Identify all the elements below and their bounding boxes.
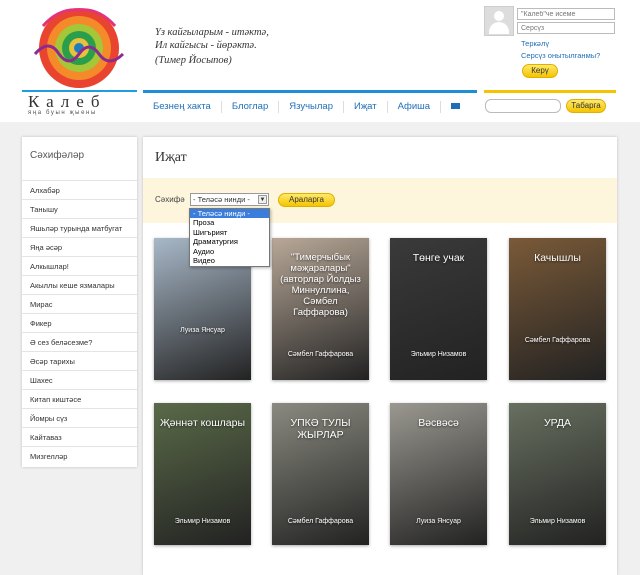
card-author: Эльмир Низамов (529, 518, 586, 525)
sidebar-item[interactable]: Мирас (22, 294, 137, 313)
card-author: Эльмир Низамов (174, 518, 231, 525)
nav-item-mail[interactable] (441, 101, 470, 113)
sidebar-item[interactable]: Әсәр тарихы (22, 351, 137, 370)
sidebar-item[interactable]: Йомры сүз (22, 408, 137, 427)
logo-name: Калеб (28, 92, 107, 111)
sidebar-item[interactable]: Фикер (22, 313, 137, 332)
search-input[interactable] (485, 99, 561, 113)
work-card[interactable]: УРДА Эльмир Низамов (509, 403, 606, 545)
quote-line-1: Үз кайгыларым - итәктә, (155, 27, 269, 38)
sidebar-item[interactable]: Акыллы кеше язмалары (22, 275, 137, 294)
sidebar-item[interactable]: Алхабәр (22, 180, 137, 199)
work-card[interactable]: Качышлы Сәмбел Гаффарова (509, 238, 606, 380)
card-title: УРДА (543, 417, 572, 429)
mail-icon (451, 103, 461, 109)
card-author: Сәмбел Гаффарова (287, 351, 354, 358)
card-title: Вәсвәсә (418, 417, 459, 429)
card-title: Төнге учак (412, 252, 465, 264)
card-author: Сәмбел Гаффарова (524, 337, 591, 344)
card-title: Җәннәт кошлары (159, 417, 246, 429)
card-author: Сәмбел Гаффарова (287, 518, 354, 525)
nav-item-afisha[interactable]: Афиша (388, 101, 442, 113)
sidebar-item[interactable]: Алкышлар! (22, 256, 137, 275)
username-input[interactable] (517, 8, 615, 20)
card-author: Луиза Янсуар (416, 518, 461, 525)
filter-label: Сәхифә (155, 195, 185, 204)
card-author: Луиза Янсуар (180, 327, 225, 334)
card-title: Качышлы (534, 252, 581, 264)
register-link[interactable]: Теркәлү (521, 39, 549, 48)
card-title: УПКӘ ТУЛЫ ЖЫРЛАР (290, 417, 351, 441)
forgot-password-link[interactable]: Серсүз онытылганмы? (521, 51, 600, 60)
sidebar-item[interactable]: Танышу (22, 199, 137, 218)
user-icon (494, 11, 504, 21)
dropdown-option[interactable]: Аудио (190, 247, 269, 256)
sidebar-item[interactable]: Яшьләр турында матбугат (22, 218, 137, 237)
page-title: Иҗат (155, 150, 187, 165)
header-quote: Үз кайгыларым - итәктә, Ил кайгысы - йөр… (155, 26, 269, 52)
sidebar-item[interactable]: Шахес (22, 370, 137, 389)
card-title: "Тимерчыбык мәҗаралары" (авторлар Йолдыз… (280, 252, 361, 318)
work-card[interactable]: УПКӘ ТУЛЫ ЖЫРЛАР Сәмбел Гаффарова (272, 403, 369, 545)
quote-line-2: Ил кайгысы - йөрәктә. (155, 40, 257, 51)
search-top-line (484, 90, 616, 93)
sidebar-title: Сәхифәләр (30, 150, 85, 161)
main-nav: Безнең хакта Блоглар Язучылар Иҗат Афиша (143, 96, 470, 118)
nav-item-blogs[interactable]: Блоглар (222, 101, 280, 113)
sidebar-item[interactable]: Яңа әсәр (22, 237, 137, 256)
chevron-down-icon[interactable]: ▼ (258, 195, 267, 204)
dropdown-option[interactable]: Шигърият (190, 228, 269, 237)
login-button[interactable]: Керү (522, 64, 558, 78)
quote-author: (Тимер Йосыпов) (155, 55, 232, 66)
password-input[interactable] (517, 22, 615, 34)
category-dropdown: - Теләсә нинди - Проза Шигърият Драматур… (189, 208, 270, 267)
dropdown-option[interactable]: Драматургия (190, 237, 269, 246)
work-card[interactable]: Төнге учак Эльмир Низамов (390, 238, 487, 380)
work-card[interactable]: Вәсвәсә Луиза Янсуар (390, 403, 487, 545)
nav-item-creativity[interactable]: Иҗат (344, 101, 388, 113)
nav-top-line (143, 90, 477, 93)
dropdown-option[interactable]: Проза (190, 218, 269, 227)
nav-item-about[interactable]: Безнең хакта (143, 101, 222, 113)
filter-button[interactable]: Араларга (278, 193, 335, 207)
logo-tagline: яңа буын җыены (28, 110, 97, 116)
nav-item-writers[interactable]: Язучылар (279, 101, 344, 113)
sidebar-item[interactable]: Ә сез беләсезме? (22, 332, 137, 351)
dropdown-option[interactable]: - Теләсә нинди - (190, 209, 269, 219)
card-author: Эльмир Низамов (410, 351, 467, 358)
dropdown-option[interactable]: Видео (190, 256, 269, 265)
search-button[interactable]: Табарга (566, 99, 606, 113)
sidebar-item[interactable]: Китап киштәсе (22, 389, 137, 408)
work-card[interactable]: "Тимерчыбык мәҗаралары" (авторлар Йолдыз… (272, 238, 369, 380)
sidebar-item[interactable]: Кайтаваз (22, 427, 137, 446)
sidebar-item[interactable]: Мизгелләр (22, 446, 137, 465)
work-card[interactable]: Җәннәт кошлары Эльмир Низамов (154, 403, 251, 545)
